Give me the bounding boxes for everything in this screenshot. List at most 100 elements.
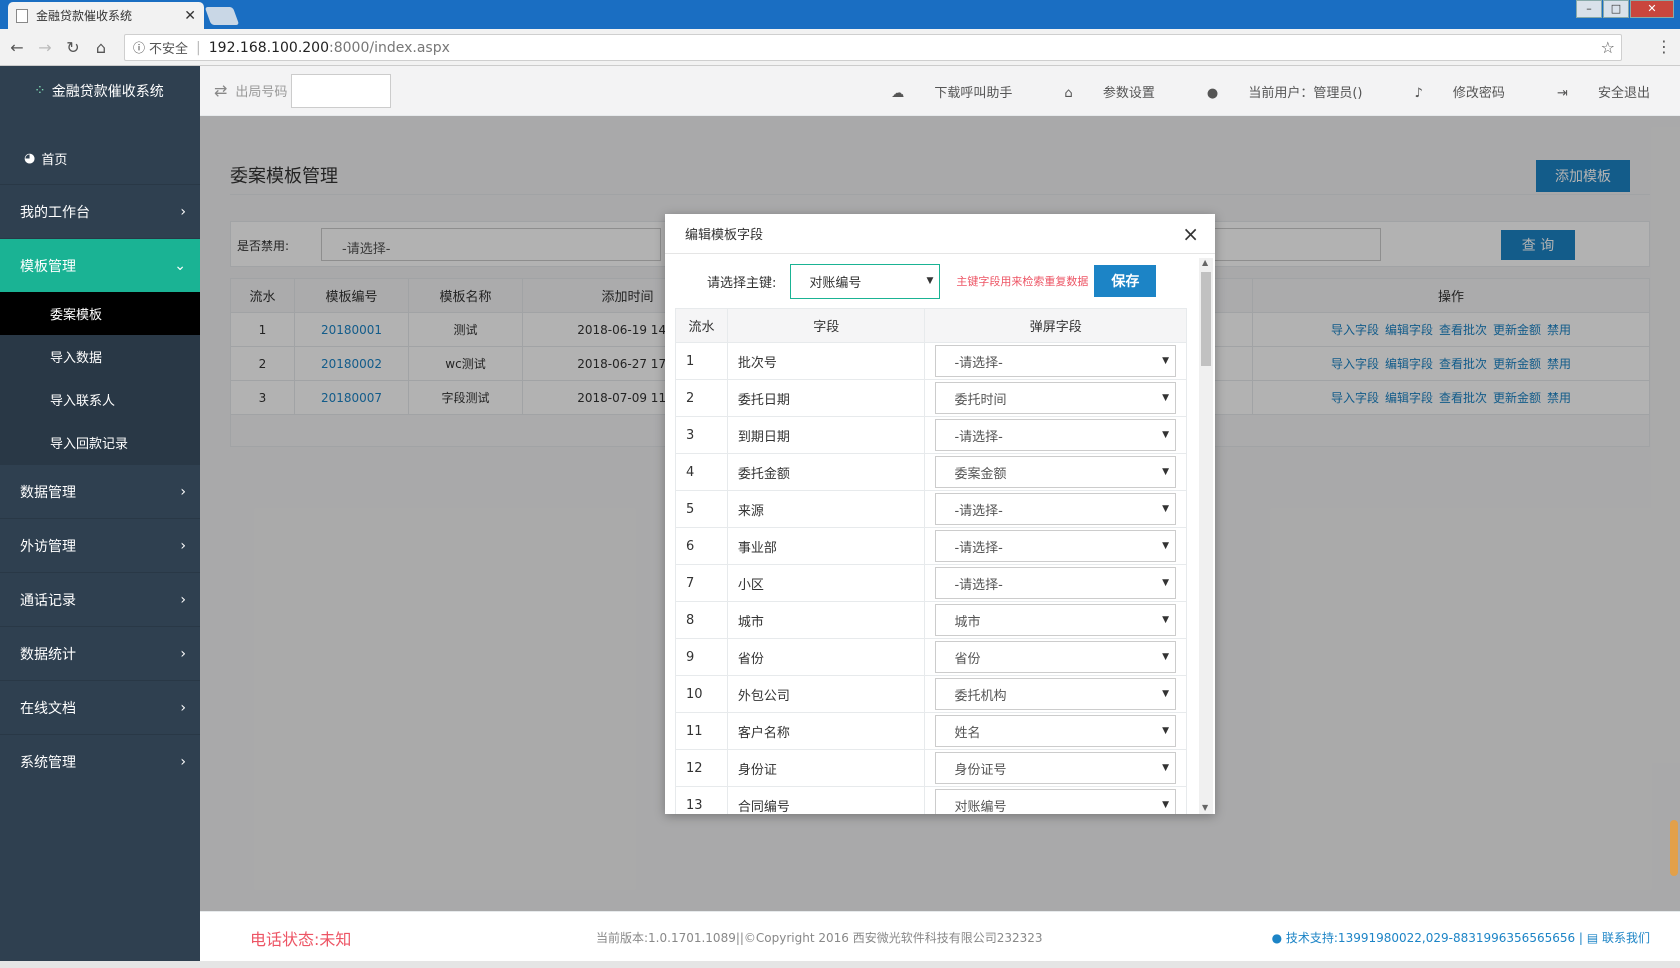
info-icon[interactable]: ⓘ (133, 39, 145, 56)
footer: 电话状态:未知 当前版本:1.0.1701.1089||©Copyright 2… (200, 911, 1680, 961)
scroll-down-icon[interactable]: ▼ (1202, 803, 1208, 812)
brand: ⁘ 金融贷款催收系统 (0, 66, 200, 116)
url-input[interactable]: ⓘ 不安全 | 192.168.100.200 :8000/index.aspx… (124, 34, 1622, 61)
chevron-down-icon: ▼ (1162, 726, 1169, 736)
sidebar-item-home[interactable]: ◕ 首页 (0, 132, 200, 184)
column-header: 字段 (726, 308, 926, 343)
out-number-input[interactable] (291, 73, 392, 108)
sidebar-item-data-management[interactable]: 数据管理 › (0, 464, 200, 518)
top-nav: ☁ 下载呼叫助手 ⌂ 参数设置 ● 当前用户：管理员() ♪ 修改密码 ⇥ 安全… (839, 66, 1650, 116)
chevron-right-icon: › (180, 645, 186, 662)
fields-table: 流水 字段 弹屏字段 1 批次号 -请选择- ▼ 2 委托日期 委托时间 ▼ 3 到期日期 -请… (675, 308, 1187, 814)
insecure-label: 不安全 (149, 42, 189, 57)
sidebar-item-label: 模板管理 (20, 258, 76, 275)
sidebar-item-statistics[interactable]: 数据统计 › (0, 626, 200, 680)
field-name: 来源 (726, 490, 926, 528)
home-icon: ⌂ (1064, 85, 1073, 101)
reload-icon[interactable]: ↻ (62, 38, 84, 57)
field-row: 6 事业部 -请选择- ▼ (675, 527, 1187, 565)
primary-key-hint: 主键字段用来检索重复数据 (956, 275, 1089, 288)
popup-field-select[interactable]: 姓名 ▼ (935, 715, 1176, 747)
field-name: 委托金额 (726, 453, 926, 491)
brand-name: 金融贷款催收系统 (51, 84, 164, 100)
primary-key-select[interactable]: 对账编号 ▼ (790, 263, 941, 299)
new-tab-button[interactable] (204, 7, 240, 25)
maximize-icon[interactable]: □ (1603, 0, 1629, 18)
sidebar-item-call-records[interactable]: 通话记录 › (0, 572, 200, 626)
download-helper-link[interactable]: ☁ 下载呼叫助手 (865, 82, 1012, 101)
popup-field-select[interactable]: -请选择- ▼ (935, 419, 1176, 451)
close-icon[interactable]: × (1182, 222, 1199, 246)
download-helper-label: 下载呼叫助手 (934, 85, 1013, 101)
popup-field-select[interactable]: -请选择- ▼ (935, 530, 1176, 562)
settings-label: 参数设置 (1102, 85, 1155, 101)
logout-label: 安全退出 (1597, 85, 1650, 101)
browser-tab-title: 金融贷款催收系统 (36, 9, 133, 23)
sidebar-sub-import-payments[interactable]: 导入回款记录 (0, 421, 200, 464)
sidebar-item-online-docs[interactable]: 在线文档 › (0, 680, 200, 734)
popup-field-select[interactable]: -请选择- ▼ (935, 345, 1176, 377)
sidebar-home-label: 首页 (41, 152, 68, 168)
sidebar-item-visit-management[interactable]: 外访管理 › (0, 518, 200, 572)
browser-tab[interactable]: 金融贷款催收系统 ✕ (8, 2, 204, 29)
field-name: 身份证 (726, 749, 926, 787)
chevron-down-icon: ▼ (1162, 652, 1169, 662)
sidebar-item-workbench[interactable]: 我的工作台 › (0, 184, 200, 238)
popup-field-select[interactable]: -请选择- ▼ (935, 493, 1176, 525)
chevron-down-icon: ▼ (926, 276, 934, 286)
popup-field-select[interactable]: 对账编号 ▼ (935, 789, 1176, 814)
popup-field-cell: 省份 ▼ (924, 638, 1187, 676)
popup-field-select[interactable]: -请选择- ▼ (935, 567, 1176, 599)
sidebar-sub-import-contacts[interactable]: 导入联系人 (0, 378, 200, 421)
contact-us-label: 联系我们 (1601, 931, 1650, 945)
contact-us-link[interactable]: ▤ 联系我们 (1587, 931, 1650, 945)
modal-title: 编辑模板字段 (685, 228, 764, 243)
popup-field-value: -请选择- (954, 577, 1003, 593)
settings-link[interactable]: ⌂ 参数设置 (1038, 82, 1154, 101)
sidebar-item-system-management[interactable]: 系统管理 › (0, 734, 200, 788)
sidebar-sub-import-data[interactable]: 导入数据 (0, 335, 200, 378)
scroll-up-icon[interactable]: ▲ (1202, 258, 1208, 267)
sidebar-item-label: 在线文档 (20, 700, 76, 717)
forward-icon[interactable]: → (34, 38, 56, 57)
logout-link[interactable]: ⇥ 安全退出 (1531, 82, 1650, 101)
popup-field-value: 对账编号 (954, 799, 1007, 815)
popup-field-select[interactable]: 城市 ▼ (935, 604, 1176, 636)
field-seq: 5 (675, 490, 728, 528)
window-close-icon[interactable]: ✕ (1630, 0, 1674, 18)
popup-field-cell: 委托机构 ▼ (924, 675, 1187, 713)
browser-menu-icon[interactable]: ⋮ (1656, 37, 1672, 56)
back-icon[interactable]: ← (6, 38, 28, 57)
sidebar-sub-case-template[interactable]: 委案模板 (0, 292, 200, 335)
field-row: 7 小区 -请选择- ▼ (675, 564, 1187, 602)
popup-field-value: 委托机构 (954, 688, 1007, 704)
save-button[interactable]: 保存 (1094, 265, 1157, 297)
sidebar-item-label: 通话记录 (20, 592, 76, 609)
field-row: 3 到期日期 -请选择- ▼ (675, 416, 1187, 454)
modal-scrollbar[interactable]: ▲ ▼ (1199, 258, 1213, 814)
minimize-icon[interactable]: – (1576, 0, 1602, 18)
field-seq: 8 (675, 601, 728, 639)
tab-close-icon[interactable]: ✕ (184, 8, 196, 24)
copyright-text: 当前版本:1.0.1701.1089||©Copyright 2016 西安微光… (596, 931, 1043, 945)
scrollbar-thumb[interactable] (1201, 272, 1211, 366)
sidebar-item-template-management[interactable]: 模板管理 ⌄ (0, 238, 200, 292)
window-controls: – □ ✕ (1575, 0, 1674, 18)
popup-field-select[interactable]: 委案金额 ▼ (935, 456, 1176, 488)
exchange-icon: ⇄ (214, 81, 228, 100)
column-header: 弹屏字段 (924, 308, 1187, 343)
popup-field-value: -请选择- (954, 503, 1003, 519)
field-name: 到期日期 (726, 416, 926, 454)
popup-field-select[interactable]: 委托时间 ▼ (935, 382, 1176, 414)
home-icon[interactable]: ⌂ (90, 38, 112, 57)
popup-field-select[interactable]: 省份 ▼ (935, 641, 1176, 673)
phone-status: 电话状态:未知 (250, 930, 352, 949)
popup-field-select[interactable]: 委托机构 ▼ (935, 678, 1176, 710)
url-path: :8000/index.aspx (329, 39, 450, 56)
popup-field-select[interactable]: 身份证号 ▼ (935, 752, 1176, 784)
logout-icon: ⇥ (1556, 85, 1568, 101)
column-header: 流水 (675, 308, 728, 343)
change-password-link[interactable]: ♪ 修改密码 (1388, 82, 1504, 101)
bookmark-star-icon[interactable]: ☆ (1601, 38, 1615, 57)
user-icon: ● (1206, 85, 1219, 101)
